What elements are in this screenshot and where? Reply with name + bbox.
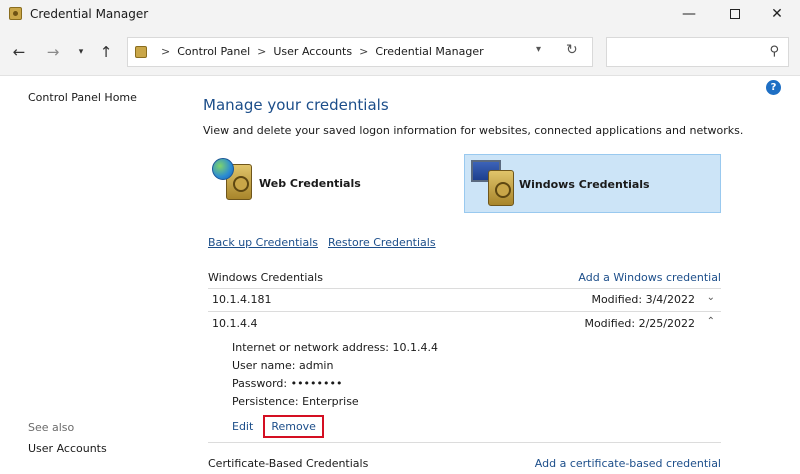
remove-link[interactable]: Remove: [263, 415, 324, 438]
user-accounts-link[interactable]: User Accounts: [28, 442, 107, 455]
web-credentials-tile[interactable]: Web Credentials: [208, 154, 458, 213]
restore-credentials-link[interactable]: Restore Credentials: [328, 236, 436, 249]
detail-persistence: Persistence: Enterprise: [232, 395, 359, 408]
forward-button[interactable]: →: [43, 42, 63, 62]
detail-password: Password: ••••••••: [232, 377, 343, 390]
edit-link[interactable]: Edit: [232, 420, 253, 433]
maximize-button[interactable]: [712, 0, 758, 28]
address-bar[interactable]: > Control Panel > User Accounts > Creden…: [127, 37, 593, 67]
breadcrumb-user-accounts[interactable]: User Accounts: [273, 45, 352, 58]
window-title: Credential Manager: [30, 7, 149, 21]
maximize-icon: [730, 9, 740, 19]
globe-icon: [212, 158, 234, 180]
credential-manager-icon: [9, 7, 22, 20]
back-up-credentials-link[interactable]: Back up Credentials: [208, 236, 318, 249]
breadcrumb: > Control Panel > User Accounts > Creden…: [154, 45, 484, 58]
windows-credentials-section-title: Windows Credentials: [208, 271, 323, 284]
credential-actions: Edit Remove: [232, 415, 324, 438]
chevron-up-icon[interactable]: ⌃: [707, 316, 715, 327]
windows-credentials-label: Windows Credentials: [519, 178, 650, 191]
left-pane: Control Panel Home See also User Account…: [0, 77, 190, 474]
help-icon[interactable]: ?: [766, 80, 781, 95]
control-panel-icon: [135, 46, 147, 58]
backup-restore-links: Back up Credentials Restore Credentials: [208, 236, 436, 249]
control-panel-home-link[interactable]: Control Panel Home: [28, 91, 137, 104]
web-credentials-label: Web Credentials: [259, 177, 361, 190]
search-icon: ⚲: [769, 44, 779, 59]
page-description: View and delete your saved logon informa…: [203, 124, 744, 137]
address-dropdown-icon[interactable]: ▾: [536, 44, 541, 55]
credential-name: 10.1.4.181: [212, 293, 272, 306]
detail-user-name: User name: admin: [232, 359, 334, 372]
up-button[interactable]: ↑: [96, 42, 116, 62]
recent-locations-button[interactable]: ▾: [71, 42, 91, 62]
breadcrumb-credential-manager[interactable]: Credential Manager: [375, 45, 483, 58]
minimize-button[interactable]: —: [666, 0, 712, 28]
search-box[interactable]: ⚲: [606, 37, 789, 67]
navigation-bar: ← → ▾ ↑ > Control Panel > User Accounts …: [0, 28, 800, 76]
row-divider: [208, 311, 721, 312]
back-button[interactable]: ←: [9, 42, 29, 62]
see-also-label: See also: [28, 421, 75, 434]
credential-name: 10.1.4.4: [212, 317, 258, 330]
breadcrumb-separator: >: [359, 45, 369, 58]
detail-network-address: Internet or network address: 10.1.4.4: [232, 341, 438, 354]
windows-credentials-tile[interactable]: Windows Credentials: [464, 154, 721, 213]
breadcrumb-control-panel[interactable]: Control Panel: [177, 45, 250, 58]
add-certificate-credential-link[interactable]: Add a certificate-based credential: [520, 457, 721, 470]
credential-row-10-1-4-181[interactable]: 10.1.4.181 Modified: 3/4/2022 ⌄: [208, 289, 721, 311]
breadcrumb-separator: >: [161, 45, 171, 58]
vault-icon: [488, 170, 514, 206]
credential-modified: Modified: 3/4/2022: [591, 293, 695, 306]
refresh-icon[interactable]: ↻: [566, 42, 578, 58]
breadcrumb-separator: >: [257, 45, 267, 58]
certificate-credentials-section-title: Certificate-Based Credentials: [208, 457, 369, 470]
close-button[interactable]: ✕: [754, 0, 800, 28]
page-title: Manage your credentials: [203, 96, 389, 114]
chevron-down-icon[interactable]: ⌄: [707, 292, 715, 303]
credential-row-10-1-4-4[interactable]: 10.1.4.4 Modified: 2/25/2022 ⌃: [208, 313, 721, 335]
section-divider: [208, 442, 721, 443]
title-bar: Credential Manager — ✕: [0, 0, 800, 28]
credential-modified: Modified: 2/25/2022: [584, 317, 695, 330]
add-windows-credential-link[interactable]: Add a Windows credential: [540, 271, 721, 284]
